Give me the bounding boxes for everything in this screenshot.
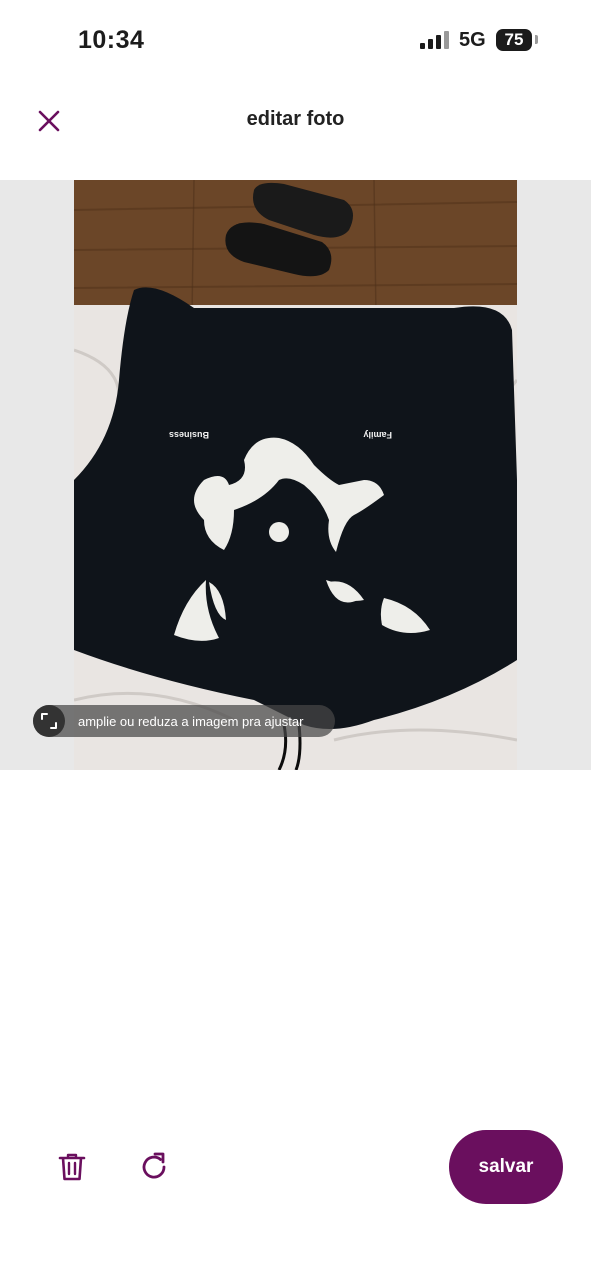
zoom-hint-text: amplie ou reduza a imagem pra ajustar xyxy=(78,713,304,729)
trash-icon xyxy=(58,1153,86,1181)
status-bar: 10:34 5G 75 xyxy=(0,0,591,80)
zoom-hint: amplie ou reduza a imagem pra ajustar xyxy=(33,705,335,737)
save-button[interactable]: salvar xyxy=(449,1130,563,1204)
photo-preview[interactable]: Business Family xyxy=(74,180,517,770)
print-text-family: Family xyxy=(363,430,392,440)
battery-nub xyxy=(535,35,538,44)
print-text-business: Business xyxy=(169,430,209,440)
rotate-icon xyxy=(142,1152,166,1179)
status-time: 10:34 xyxy=(78,26,145,54)
battery-icon: 75 xyxy=(496,29,532,51)
page-title: editar foto xyxy=(246,108,345,130)
resize-icon xyxy=(33,705,65,737)
battery-level: 75 xyxy=(504,30,524,49)
rotate-button[interactable] xyxy=(134,1147,174,1187)
header: editar foto xyxy=(0,88,591,154)
photo-editor-area[interactable]: Business Family amplie ou reduza a image… xyxy=(0,180,591,770)
bottom-toolbar: salvar xyxy=(0,1125,591,1215)
network-type: 5G xyxy=(459,29,486,51)
photo-image: Business Family xyxy=(74,180,517,770)
cellular-signal-icon xyxy=(420,31,449,49)
delete-button[interactable] xyxy=(52,1147,92,1187)
